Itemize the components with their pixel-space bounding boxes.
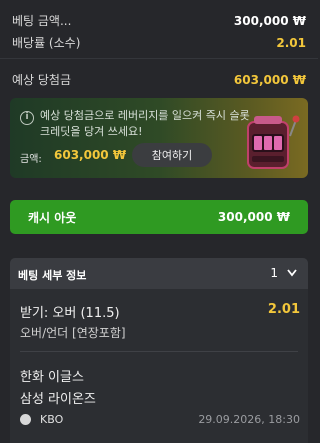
selection-pick: 받기: 오버 (11.5) <box>20 306 120 321</box>
home-team: 한화 이글스 <box>20 370 84 385</box>
cash-out-button[interactable]: 캐시 아웃 300,000 ₩ <box>10 200 308 234</box>
event-datetime: 29.09.2026, 18:30 <box>198 413 300 426</box>
baseball-icon <box>20 414 31 425</box>
odds-value: 2.01 <box>276 35 306 50</box>
promo-message: 예상 당첨금으로 레버리지를 일으켜 즉시 슬롯 크레딧을 당겨 쓰세요! <box>40 109 250 138</box>
stake-row: 베팅 금액... 300,000 ₩ <box>12 12 306 29</box>
away-team: 삼성 라이온즈 <box>20 392 96 407</box>
bet-count: 1 <box>270 266 278 280</box>
info-icon: i <box>20 111 34 125</box>
divider <box>20 351 298 352</box>
promo-amount-label: 금액: <box>20 154 42 165</box>
cash-out-value: 300,000 ₩ <box>217 210 290 224</box>
divider <box>0 58 318 59</box>
stake-value: 300,000 ₩ <box>233 13 306 28</box>
bet-details-title: 베팅 세부 정보 <box>18 269 87 282</box>
winnings-label: 예상 당첨금 <box>12 73 72 87</box>
league-name: KBO <box>40 413 64 426</box>
odds-row: 배당률 (소수) 2.01 <box>12 34 306 51</box>
cash-out-label: 캐시 아웃 <box>28 210 77 225</box>
stake-label: 베팅 금액... <box>12 14 72 28</box>
promo-amount-value: 603,000 ₩ <box>54 148 127 162</box>
odds-label: 배당률 (소수) <box>12 36 81 50</box>
join-button[interactable]: 참여하기 <box>132 143 212 167</box>
bet-details-header[interactable]: 베팅 세부 정보 1 <box>10 258 308 289</box>
bet-details-panel: 베팅 세부 정보 1 받기: 오버 (11.5) 2.01 오버/언더 [연장포… <box>10 258 308 443</box>
winnings-row: 예상 당첨금 603,000 ₩ <box>12 71 306 88</box>
chevron-down-icon[interactable] <box>286 266 298 280</box>
slot-credit-promo: i 예상 당첨금으로 레버리지를 일으켜 즉시 슬롯 크레딧을 당겨 쓰세요! … <box>10 98 308 178</box>
winnings-value: 603,000 ₩ <box>233 72 306 87</box>
slot-machine-icon <box>247 115 300 169</box>
selection-odds: 2.01 <box>267 302 300 317</box>
market-name: 오버/언더 [연장포함] <box>20 326 126 340</box>
